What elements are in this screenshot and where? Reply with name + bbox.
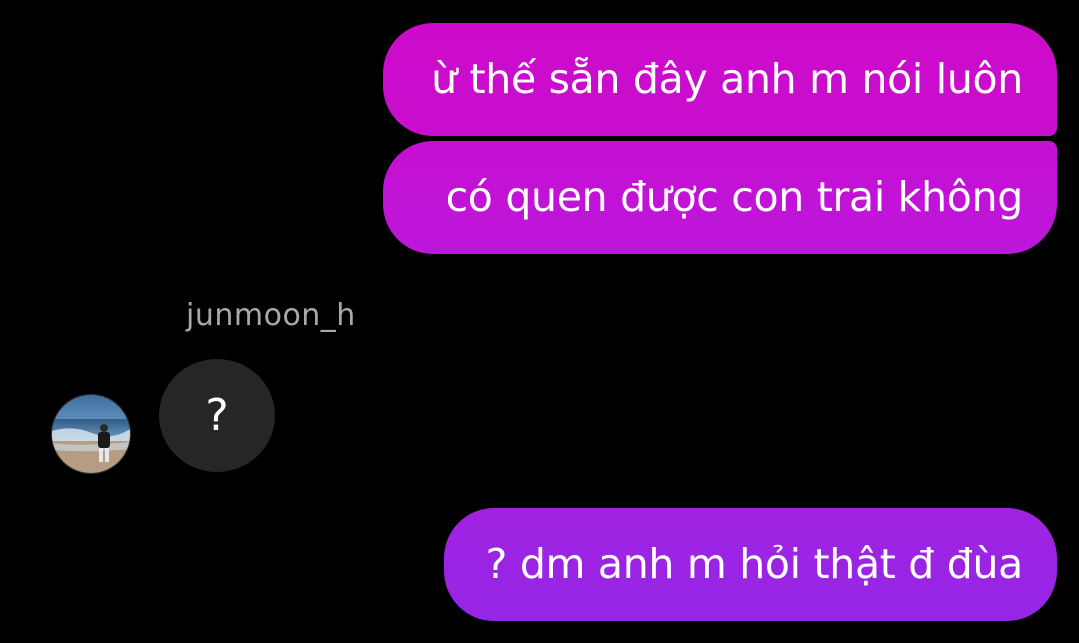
- incoming-message-bubble[interactable]: ?: [159, 359, 275, 472]
- outgoing-message-bubble[interactable]: ? dm anh m hỏi thật đ đùa: [444, 508, 1057, 621]
- message-text: ? dm anh m hỏi thật đ đùa: [485, 540, 1024, 588]
- sender-username: junmoon_h: [186, 298, 356, 333]
- avatar[interactable]: [51, 394, 131, 474]
- message-text: ?: [205, 390, 229, 441]
- profile-photo-beach: [52, 395, 130, 473]
- outgoing-message-bubble[interactable]: ừ thế sẵn đây anh m nói luôn: [383, 23, 1057, 136]
- outgoing-message-bubble[interactable]: có quen được con trai không: [383, 141, 1057, 254]
- message-text: ừ thế sẵn đây anh m nói luôn: [431, 55, 1023, 103]
- message-text: có quen được con trai không: [445, 173, 1024, 221]
